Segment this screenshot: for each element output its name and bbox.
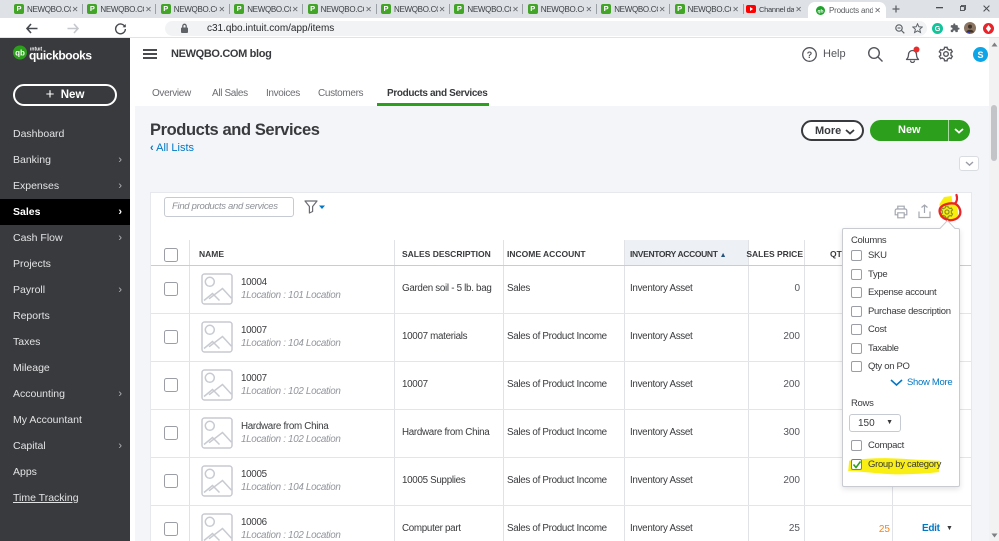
svg-text:quickbooks: quickbooks xyxy=(29,49,92,63)
svg-text:G: G xyxy=(935,24,941,33)
svg-text:S: S xyxy=(977,50,983,60)
svg-text:?: ? xyxy=(807,50,813,60)
svg-text:qb: qb xyxy=(15,49,25,58)
svg-text:qb: qb xyxy=(817,8,823,14)
